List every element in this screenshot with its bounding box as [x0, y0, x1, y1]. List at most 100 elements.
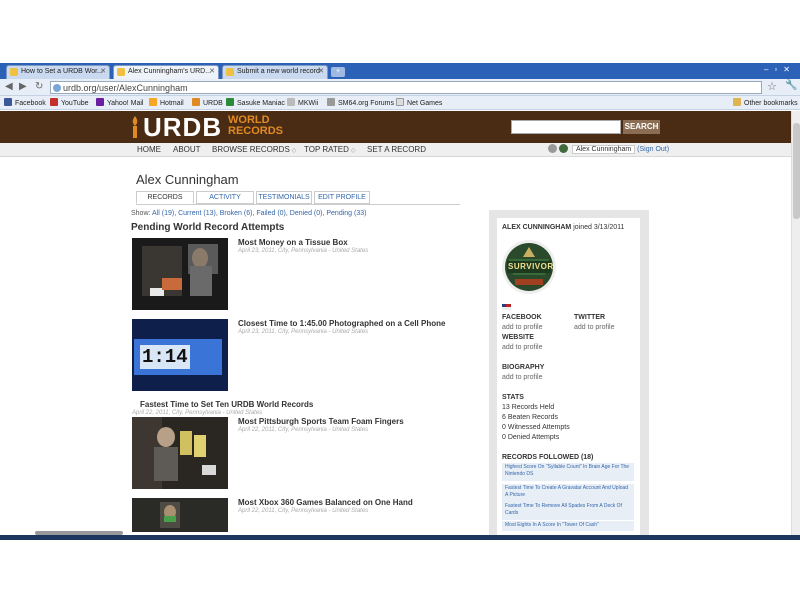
- new-tab-button[interactable]: +: [331, 67, 345, 77]
- bookmark-label: Sasuke Maniac: [237, 100, 285, 107]
- bookmark-label: YouTube: [61, 100, 89, 107]
- facebook-icon: [4, 98, 12, 106]
- mkwii-icon: [287, 98, 295, 106]
- nav-home[interactable]: HOME: [137, 145, 161, 154]
- browser-tab-1[interactable]: How to Set a URDB Wor... ✕: [6, 65, 110, 79]
- filter-pending[interactable]: Pending (33): [326, 210, 366, 217]
- record-title-link[interactable]: Most Pittsburgh Sports Team Foam Fingers: [238, 417, 404, 426]
- record-filters: Show: All (19), Current (13), Broken (6)…: [131, 210, 367, 217]
- nav-set-a-record[interactable]: SET A RECORD: [367, 145, 426, 154]
- record-thumbnail[interactable]: [132, 417, 228, 489]
- address-bar-row: ◀ ▶ ↻ urdb.org/user/AlexCunningham ☆ 🔧: [0, 79, 800, 96]
- browser-tab-3[interactable]: Submit a new world record ✕: [222, 65, 328, 79]
- window-controls[interactable]: –▫✕: [764, 65, 796, 74]
- logo-sub-line: RECORDS: [228, 125, 284, 137]
- bookmark-sm64[interactable]: SM64.org Forums: [327, 98, 394, 107]
- biography-add-link[interactable]: add to profile: [502, 374, 542, 381]
- record-title-link[interactable]: Most Money on a Tissue Box: [238, 238, 348, 247]
- bookmark-hotmail[interactable]: Hotmail: [149, 98, 184, 107]
- record-thumbnail[interactable]: [132, 238, 228, 310]
- wrench-menu-icon[interactable]: 🔧: [785, 80, 797, 91]
- site-search-input[interactable]: [511, 120, 621, 134]
- page-info-icon: [53, 84, 61, 92]
- vertical-scrollbar[interactable]: [791, 111, 800, 535]
- tab-edit-profile[interactable]: EDIT PROFILE: [314, 191, 370, 204]
- records-followed-label: RECORDS FOLLOWED (18): [502, 454, 594, 461]
- sasuke-icon: [226, 98, 234, 106]
- yahoo-icon: [96, 98, 104, 106]
- record-meta: April 23, 2011, City, Pennsylvania - Uni…: [238, 248, 369, 254]
- bookmark-facebook[interactable]: Facebook: [4, 98, 46, 107]
- bookmark-label: SM64.org Forums: [338, 100, 395, 107]
- nav-top-rated[interactable]: TOP RATED ◇: [304, 145, 356, 154]
- tab-testimonials[interactable]: TESTIMONIALS: [256, 191, 312, 204]
- browser-tab-2[interactable]: Alex Cunningham's URD... ✕: [113, 65, 219, 79]
- site-nav: HOME ABOUT BROWSE RECORDS ◇ TOP RATED ◇ SE…: [0, 143, 800, 157]
- record-meta: April 22, 2011, City, Pennsylvania - Uni…: [238, 427, 369, 433]
- filter-failed[interactable]: Failed (0): [256, 210, 286, 217]
- bookmark-yahoo-mail[interactable]: Yahoo! Mail: [96, 98, 143, 107]
- urdb-favicon-icon: [226, 68, 234, 76]
- filter-denied[interactable]: Denied (0): [290, 210, 323, 217]
- search-button[interactable]: SEARCH: [623, 120, 660, 134]
- twitter-label: TWITTER: [574, 314, 606, 321]
- followed-record-link[interactable]: Highest Score On "Syllable Count" In Bra…: [502, 463, 634, 481]
- stat-item: 13 Records Held: [502, 404, 555, 411]
- filter-broken[interactable]: Broken (6): [220, 210, 253, 217]
- nav-browse-records[interactable]: BROWSE RECORDS ◇: [212, 145, 296, 154]
- urdb-icon: [192, 98, 200, 106]
- record-thumbnail[interactable]: [132, 498, 228, 532]
- website-add-link[interactable]: add to profile: [502, 344, 542, 351]
- bookmarks-bar: Facebook YouTube Yahoo! Mail Hotmail URD…: [0, 96, 800, 110]
- avatar[interactable]: [559, 144, 568, 153]
- bookmark-label: Hotmail: [160, 100, 184, 107]
- scrollbar-thumb[interactable]: [793, 123, 800, 219]
- section-title: Pending World Record Attempts: [131, 222, 285, 233]
- bookmark-star-icon[interactable]: ☆: [767, 80, 777, 93]
- record-thumbnail[interactable]: 1:14: [132, 319, 228, 391]
- folder-icon: [733, 98, 741, 106]
- youtube-icon: [50, 98, 58, 106]
- followed-record-link[interactable]: Fastest Time To Remove All Spades From A…: [502, 502, 634, 520]
- close-tab-icon[interactable]: ✕: [100, 67, 106, 75]
- record-meta: April 22, 2011, City, Pennsylvania - Uni…: [238, 508, 369, 514]
- bookmark-sasuke-maniac[interactable]: Sasuke Maniac: [226, 98, 285, 107]
- chevron-down-icon: ◇: [350, 148, 356, 154]
- site-header: URDB WORLD RECORDS SEARCH: [0, 111, 800, 143]
- tab-activity[interactable]: ACTIVITY: [196, 191, 254, 204]
- filter-current[interactable]: Current (13): [178, 210, 216, 217]
- bookmark-label: URDB: [203, 100, 223, 107]
- filter-label: Show:: [131, 210, 151, 217]
- user-name-link[interactable]: Alex Cunningham: [571, 145, 636, 154]
- record-title-link[interactable]: Fastest Time to Set Ten URDB World Recor…: [140, 400, 313, 409]
- bookmark-net-games[interactable]: Net Games: [396, 98, 442, 107]
- stat-item: 0 Witnessed Attempts: [502, 424, 570, 431]
- facebook-add-link[interactable]: add to profile: [502, 324, 542, 331]
- site-logo[interactable]: URDB: [143, 112, 222, 143]
- bookmark-youtube[interactable]: YouTube: [50, 98, 89, 107]
- forward-arrow-icon[interactable]: ▶: [19, 81, 27, 92]
- other-bookmarks[interactable]: Other bookmarks: [733, 98, 798, 107]
- followed-record-link[interactable]: Most Eights In A Score In "Tower Of Cash…: [502, 521, 634, 531]
- video-thumbnail-image: [132, 238, 228, 310]
- twitter-add-link[interactable]: add to profile: [574, 324, 614, 331]
- filter-all[interactable]: All (19): [152, 210, 174, 217]
- nav-about[interactable]: ABOUT: [173, 145, 201, 154]
- close-tab-icon[interactable]: ✕: [318, 67, 324, 75]
- reload-icon[interactable]: ↻: [35, 81, 43, 92]
- close-tab-icon[interactable]: ✕: [209, 67, 215, 75]
- bookmark-urdb[interactable]: URDB: [192, 98, 223, 107]
- screen: { "browser": { "tabs": [ {"title": "How …: [0, 0, 800, 600]
- back-arrow-icon[interactable]: ◀: [5, 81, 13, 92]
- thumb-display-text: 1:14: [142, 346, 188, 368]
- urdb-favicon-icon: [10, 68, 18, 76]
- avatar-badge-text: SURVIVOR: [508, 262, 554, 271]
- bookmark-mkwii[interactable]: MKWii: [287, 98, 318, 107]
- settings-icon[interactable]: [548, 144, 557, 153]
- url-field[interactable]: urdb.org/user/AlexCunningham: [50, 81, 762, 94]
- followed-record-link[interactable]: Fastest Time To Create A Gravatar Accoun…: [502, 484, 634, 502]
- record-title-link[interactable]: Closest Time to 1:45.00 Photographed on …: [238, 319, 445, 328]
- tab-records[interactable]: RECORDS: [136, 191, 194, 204]
- record-title-link[interactable]: Most Xbox 360 Games Balanced on One Hand: [238, 498, 413, 507]
- sign-out-link[interactable]: (Sign Out): [637, 146, 669, 153]
